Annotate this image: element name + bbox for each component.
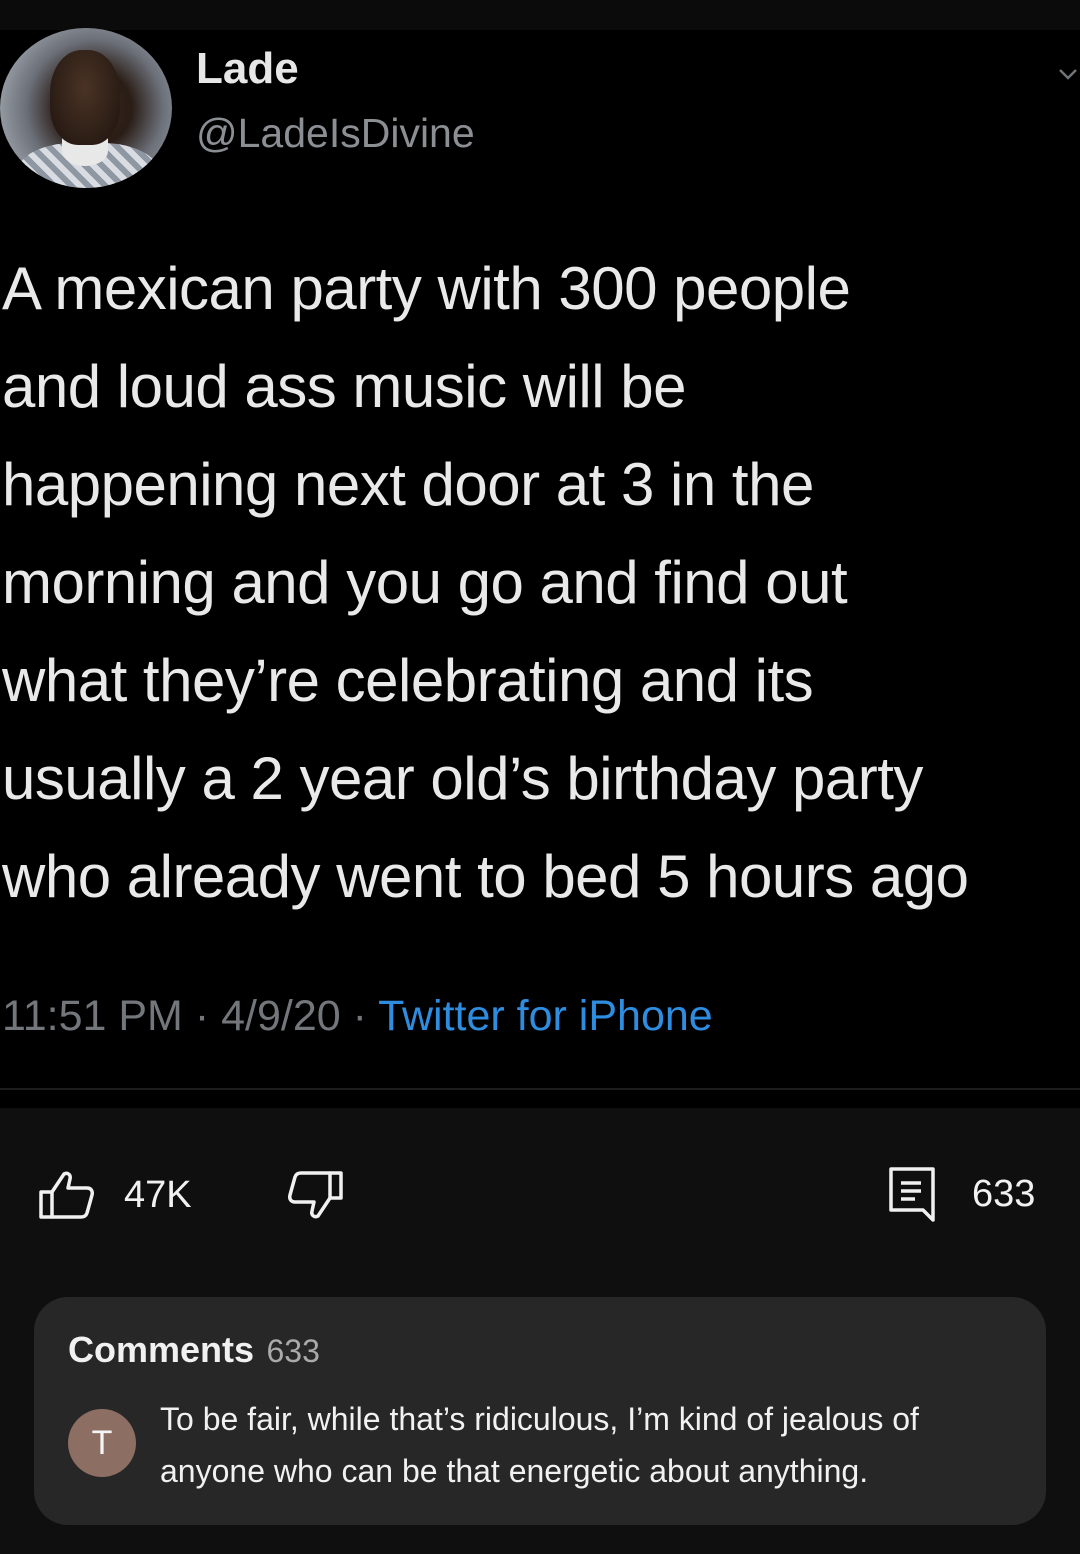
comment-count: 633: [972, 1172, 1036, 1215]
top-comment-text: To be fair, while that’s ridiculous, I’m…: [160, 1401, 919, 1489]
tweet-author-name: Lade: [196, 44, 299, 93]
tweet-divider: [0, 1088, 1080, 1090]
action-bar: 47K 633: [0, 1108, 1080, 1288]
comments-panel[interactable]: Comments 633 T To be fair, while that’s …: [34, 1297, 1046, 1525]
tweet-screenshot: Lade @LadeIsDivine A mexican party with …: [0, 0, 1080, 1108]
tweet-author-avatar: [0, 28, 172, 188]
tweet-time: 11:51 PM: [2, 992, 183, 1040]
like-count: 47K: [124, 1173, 192, 1216]
dislike-button[interactable]: [288, 1170, 344, 1220]
thumbs-down-icon: [288, 1171, 343, 1219]
meta-separator: ·: [182, 992, 222, 1040]
tweet-date: 4/9/20: [221, 992, 341, 1040]
comments-header: Comments 633: [68, 1329, 320, 1371]
tweet-metadata: 11:51 PM · 4/9/20 · Twitter for iPhone: [2, 992, 713, 1041]
avatar-face: [50, 50, 120, 145]
chevron-down-icon: [1059, 69, 1077, 80]
comments-icon: [889, 1167, 935, 1222]
tweet-author-handle: @LadeIsDivine: [196, 110, 475, 156]
like-button[interactable]: 47K: [38, 1170, 192, 1220]
tweet-body: A mexican party with 300 people and loud…: [2, 255, 969, 910]
comments-title: Comments: [68, 1329, 255, 1370]
commenter-avatar[interactable]: T: [68, 1409, 136, 1477]
comments-button[interactable]: 633: [888, 1166, 1035, 1222]
tweet-top-bar: [0, 0, 1080, 30]
tweet-source: Twitter for iPhone: [378, 992, 713, 1040]
meta-separator: ·: [340, 992, 379, 1040]
comments-count: 633: [266, 1333, 320, 1369]
thumbs-up-icon: [39, 1171, 94, 1219]
